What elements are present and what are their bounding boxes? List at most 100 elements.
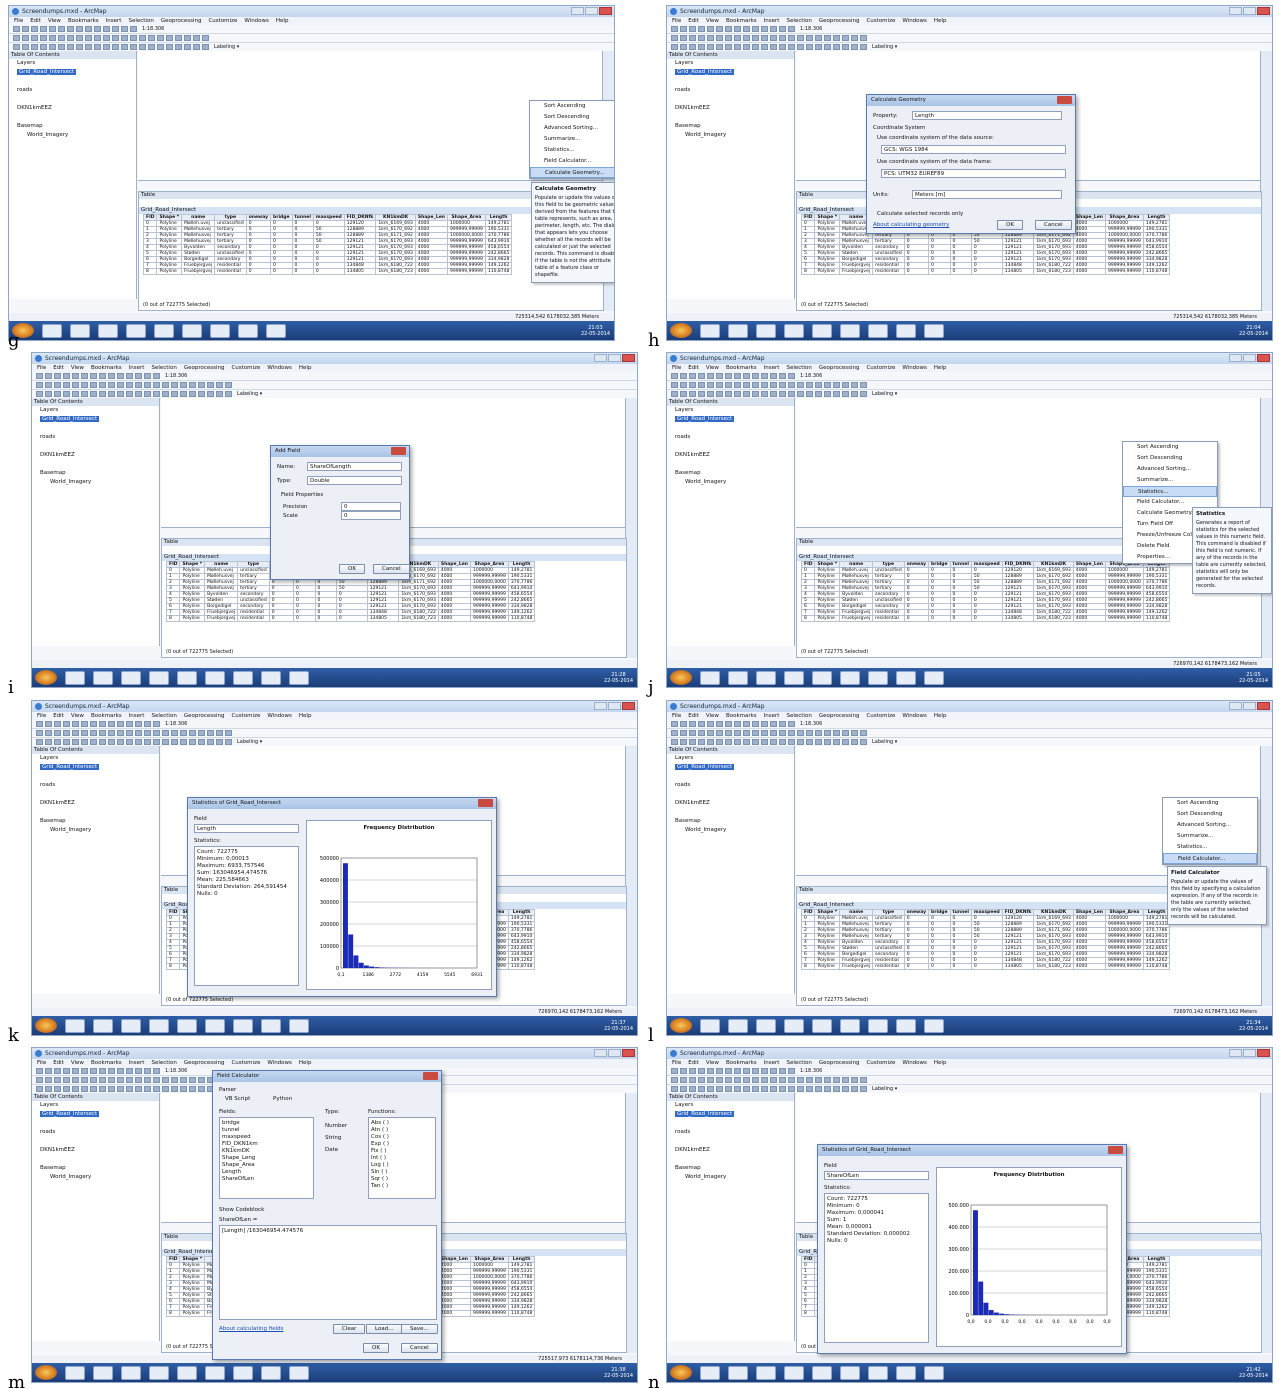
tool-icon[interactable]	[779, 373, 786, 379]
minimize-icon[interactable]	[1229, 1049, 1242, 1057]
tool-icon[interactable]	[45, 373, 52, 379]
tool-icon[interactable]	[734, 35, 741, 41]
toc-layers[interactable]: Layers	[667, 754, 794, 763]
function-list-item[interactable]: Int ( )	[371, 1155, 433, 1162]
tool-icon[interactable]	[36, 721, 43, 727]
tool-icon[interactable]	[117, 373, 124, 379]
tool-icon[interactable]	[49, 26, 56, 32]
acrobat-taskbar-icon[interactable]	[812, 1365, 832, 1380]
tool-icon[interactable]	[108, 721, 115, 727]
context-menu-item[interactable]: Sort Descending	[1163, 809, 1257, 820]
tool-icon[interactable]	[779, 739, 786, 745]
acrobat-taskbar-icon[interactable]	[812, 323, 832, 338]
tool-icon[interactable]	[725, 739, 732, 745]
tool-icon[interactable]	[72, 391, 79, 397]
acrobat-taskbar-icon[interactable]	[812, 1018, 832, 1033]
tool-icon[interactable]	[671, 44, 678, 50]
tool-icon[interactable]	[698, 391, 705, 397]
start-button[interactable]	[670, 1365, 692, 1380]
tool-icon[interactable]	[707, 373, 714, 379]
tool-icon[interactable]	[707, 382, 714, 388]
tool-icon[interactable]	[815, 35, 822, 41]
menu-item[interactable]: Selection	[786, 18, 811, 24]
menu-item[interactable]: Bookmarks	[726, 713, 757, 719]
scale-field[interactable]: 1:18.306	[800, 26, 822, 32]
tool-icon[interactable]	[63, 730, 70, 736]
tool-icon[interactable]	[716, 721, 723, 727]
type-select[interactable]: Double	[307, 476, 402, 485]
layer-dkn1kmeez[interactable]: DKN1kmEEZ	[32, 799, 159, 808]
tool-icon[interactable]	[671, 730, 678, 736]
word-taskbar-icon[interactable]	[126, 323, 146, 338]
tool-icon[interactable]	[180, 382, 187, 388]
tool-icon[interactable]	[707, 739, 714, 745]
tool-icon[interactable]	[689, 35, 696, 41]
menu-item[interactable]: Selection	[128, 18, 153, 24]
tool-icon[interactable]	[860, 382, 867, 388]
maximize-icon[interactable]	[608, 354, 621, 362]
tool-icon[interactable]	[72, 382, 79, 388]
tool-icon[interactable]	[716, 44, 723, 50]
tool-icon[interactable]	[788, 391, 795, 397]
labeling-menu[interactable]: Labeling ▾	[872, 391, 897, 397]
menu-item[interactable]: Windows	[267, 1060, 292, 1066]
explorer-taskbar-icon[interactable]	[65, 1018, 85, 1033]
about-geometry-link[interactable]: About calculating geometry	[873, 222, 949, 228]
tool-icon[interactable]	[54, 382, 61, 388]
tool-icon[interactable]	[117, 1068, 124, 1074]
tool-icon[interactable]	[81, 382, 88, 388]
selected-only-checkbox[interactable]: Calculate selected records only	[877, 211, 963, 217]
tool-icon[interactable]	[126, 1077, 133, 1083]
type-radio[interactable]: Date	[325, 1147, 338, 1153]
word-taskbar-icon[interactable]	[784, 323, 804, 338]
tool-icon[interactable]	[824, 739, 831, 745]
column-header[interactable]: Shape *	[179, 561, 206, 568]
layer-world-imagery[interactable]: World_Imagery	[32, 826, 159, 835]
tool-icon[interactable]	[31, 44, 38, 50]
tool-icon[interactable]	[824, 730, 831, 736]
close-icon[interactable]	[599, 7, 612, 15]
context-menu-item[interactable]: Statistics...	[530, 145, 614, 156]
field-list-item[interactable]: Shape_Area	[222, 1162, 311, 1169]
context-menu-item[interactable]: Advanced Sorting...	[1163, 820, 1257, 831]
tool-icon[interactable]	[130, 44, 137, 50]
tool-icon[interactable]	[13, 44, 20, 50]
tool-icon[interactable]	[680, 35, 687, 41]
column-header[interactable]: Shape_Area	[1104, 909, 1144, 916]
tool-icon[interactable]	[680, 44, 687, 50]
maximize-icon[interactable]	[1243, 7, 1256, 15]
tool-icon[interactable]	[13, 35, 20, 41]
tool-icon[interactable]	[117, 739, 124, 745]
tool-icon[interactable]	[779, 26, 786, 32]
labeling-menu[interactable]: Labeling ▾	[237, 391, 262, 397]
tool-icon[interactable]	[99, 382, 106, 388]
explorer-taskbar-icon[interactable]	[700, 1018, 720, 1033]
clear-button[interactable]: Clear	[333, 1324, 366, 1334]
layer-world-imagery[interactable]: World_Imagery	[667, 131, 794, 140]
layer-grid-road-intersect[interactable]: Grid_Road_Intersect	[667, 68, 794, 77]
menu-item[interactable]: Help	[934, 713, 947, 719]
layer-basemap[interactable]: Basemap	[9, 122, 136, 131]
tool-icon[interactable]	[153, 1068, 160, 1074]
tool-icon[interactable]	[689, 1077, 696, 1083]
start-button[interactable]	[670, 1018, 692, 1033]
menu-item[interactable]: Edit	[688, 713, 699, 719]
layer-roads[interactable]: roads	[32, 781, 159, 790]
column-header[interactable]: Shape *	[814, 909, 841, 916]
tool-icon[interactable]	[198, 730, 205, 736]
tool-icon[interactable]	[171, 1077, 178, 1083]
tool-icon[interactable]	[698, 1086, 705, 1092]
context-menu-item[interactable]: Calculate Geometry...	[530, 167, 614, 178]
tool-icon[interactable]	[130, 26, 137, 32]
menu-item[interactable]: Geoprocessing	[184, 713, 225, 719]
tool-icon[interactable]	[779, 35, 786, 41]
tool-icon[interactable]	[797, 1086, 804, 1092]
powerpoint-taskbar-icon[interactable]	[924, 670, 944, 685]
tool-icon[interactable]	[207, 382, 214, 388]
tool-icon[interactable]	[734, 1068, 741, 1074]
word-taskbar-icon[interactable]	[784, 670, 804, 685]
function-list-item[interactable]: Cos ( )	[371, 1134, 433, 1141]
fields-list[interactable]: bridge tunnel maxspeed FID_DKN1km KN1kmDK Sha…	[219, 1117, 314, 1199]
search-taskbar-icon[interactable]	[868, 323, 888, 338]
column-header[interactable]: bridge	[928, 909, 951, 916]
